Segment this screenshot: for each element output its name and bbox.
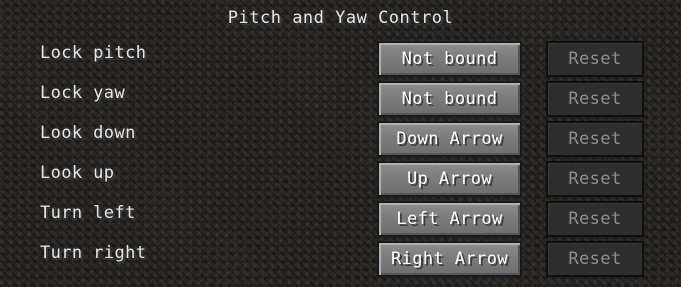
reset-button[interactable]: Reset <box>546 161 644 197</box>
binding-row-look-down: Look down Down Arrow Reset <box>0 121 681 157</box>
binding-row-lock-yaw: Lock yaw Not bound Reset <box>0 81 681 117</box>
key-binding-button[interactable]: Up Arrow <box>377 161 522 197</box>
key-binding-label: Not bound <box>401 89 498 109</box>
reset-button[interactable]: Reset <box>546 41 644 77</box>
binding-row-lock-pitch: Lock pitch Not bound Reset <box>0 41 681 77</box>
reset-button[interactable]: Reset <box>546 241 644 277</box>
key-binding-label: Not bound <box>401 49 498 69</box>
key-binding-label: Up Arrow <box>406 169 493 189</box>
key-binding-label: Left Arrow <box>396 209 503 229</box>
reset-label: Reset <box>568 89 622 109</box>
binding-label: Turn left <box>40 203 136 223</box>
binding-row-turn-right: Turn right Right Arrow Reset <box>0 241 681 277</box>
reset-button[interactable]: Reset <box>546 81 644 117</box>
binding-row-turn-left: Turn left Left Arrow Reset <box>0 201 681 237</box>
key-binding-button[interactable]: Down Arrow <box>377 121 522 157</box>
binding-label: Turn right <box>40 243 147 263</box>
screen-title: Pitch and Yaw Control <box>227 8 454 28</box>
reset-button[interactable]: Reset <box>546 201 644 237</box>
key-binding-label: Down Arrow <box>396 129 503 149</box>
binding-label: Look down <box>40 123 136 143</box>
reset-label: Reset <box>568 209 622 229</box>
key-binding-button[interactable]: Left Arrow <box>377 201 522 237</box>
reset-button[interactable]: Reset <box>546 121 644 157</box>
binding-label: Lock pitch <box>40 43 147 63</box>
key-binding-label: Right Arrow <box>391 249 508 269</box>
key-binding-button[interactable]: Right Arrow <box>377 241 522 277</box>
reset-label: Reset <box>568 129 622 149</box>
reset-label: Reset <box>568 169 622 189</box>
reset-label: Reset <box>568 249 622 269</box>
binding-row-look-up: Look up Up Arrow Reset <box>0 161 681 197</box>
key-binding-button[interactable]: Not bound <box>377 41 522 77</box>
key-binding-button[interactable]: Not bound <box>377 81 522 117</box>
controls-screen: Pitch and Yaw Control Lock pitch Not bou… <box>0 0 681 287</box>
binding-label: Look up <box>40 163 115 183</box>
reset-label: Reset <box>568 49 622 69</box>
binding-label: Lock yaw <box>40 83 126 103</box>
